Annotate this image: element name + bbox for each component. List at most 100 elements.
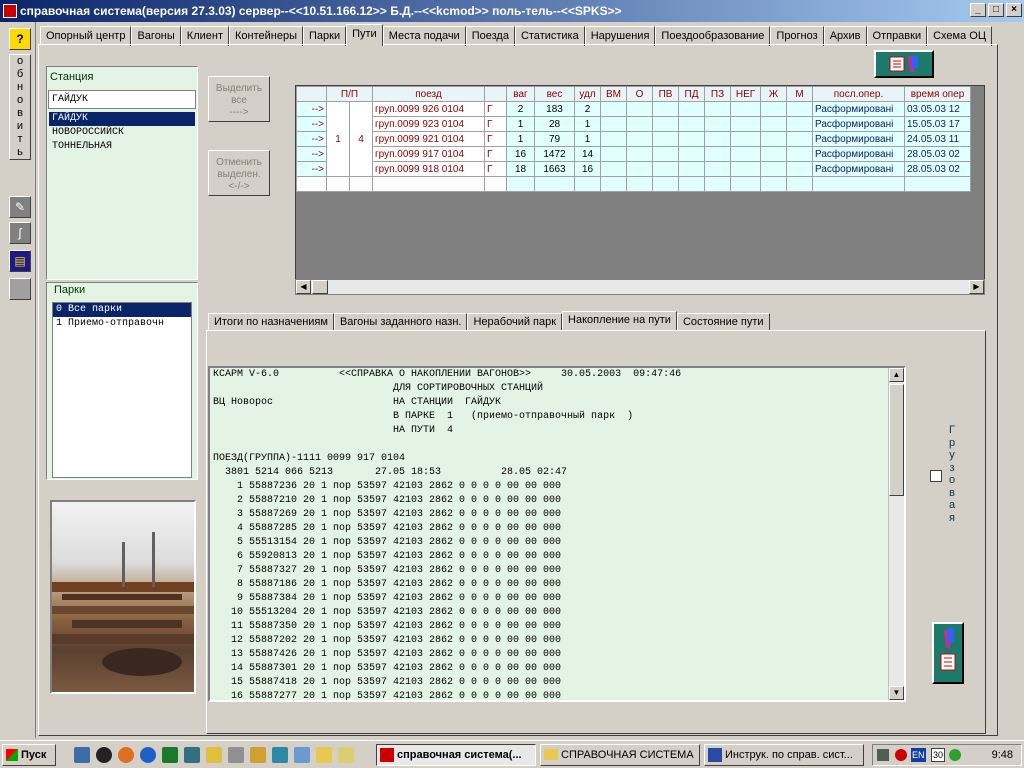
network-icon[interactable]: [272, 747, 288, 763]
explorer-icon[interactable]: [338, 747, 354, 763]
park-item[interactable]: 0 Все парки: [53, 303, 191, 317]
select-all-label: все: [231, 95, 247, 106]
msn-icon[interactable]: [96, 747, 112, 763]
calendar-icon[interactable]: 30: [931, 748, 946, 762]
report-vertical-scrollbar[interactable]: ▲ ▼: [888, 368, 904, 700]
print-bottom-button[interactable]: [932, 622, 964, 684]
row-select-arrow[interactable]: -->: [296, 146, 327, 162]
col-header[interactable]: ваг: [506, 86, 535, 102]
table-row[interactable]: --> груп.0099 921 0104 Г 1 79 1 Расформировані…: [296, 131, 971, 147]
scroll-left-icon[interactable]: ◀: [296, 280, 311, 294]
task-word-document[interactable]: Инструк. по справ. сист...: [704, 744, 864, 766]
tab-containers[interactable]: Контейнеры: [229, 26, 303, 46]
curve-icon[interactable]: ∫: [9, 222, 31, 244]
table-row[interactable]: --> груп.0099 923 0104 Г 1 28 1 Расформировані…: [296, 116, 971, 132]
subtab-track-state[interactable]: Состояние пути: [676, 313, 770, 331]
report-text-area[interactable]: КСАРМ V-6.0 <<СПРАВКА О НАКОПЛЕНИИ ВАГОН…: [208, 366, 906, 702]
subtab-wagons-destination[interactable]: Вагоны заданного назн.: [333, 313, 468, 331]
scroll-up-icon[interactable]: ▲: [889, 368, 904, 382]
table-row[interactable]: --> 1 4 груп.0099 926 0104 Г 2 183 2 Расформиров…: [296, 101, 971, 177]
help-button[interactable]: ?: [9, 28, 31, 50]
task-reference-folder[interactable]: СПРАВОЧНАЯ СИСТЕМА: [540, 744, 700, 766]
park-item[interactable]: 1 Приемо-отправочн: [53, 317, 191, 331]
print-report-button[interactable]: [874, 50, 934, 78]
row-select-arrow[interactable]: -->: [296, 161, 327, 177]
row-select-arrow[interactable]: -->: [296, 116, 327, 132]
col-header[interactable]: ПД: [678, 86, 705, 102]
col-header[interactable]: О: [626, 86, 653, 102]
maximize-button[interactable]: □: [988, 3, 1004, 17]
col-header[interactable]: П/П: [326, 86, 373, 102]
col-header[interactable]: удл: [574, 86, 601, 102]
table-row[interactable]: --> груп.0099 917 0104 Г 16 1472 14 Расформиро…: [296, 146, 971, 162]
select-all-button[interactable]: Выделить все ---->: [208, 76, 270, 122]
tab-shipments[interactable]: Отправки: [866, 26, 928, 46]
col-header[interactable]: М: [786, 86, 813, 102]
table-icon[interactable]: ▤: [9, 250, 31, 272]
col-header[interactable]: Ж: [760, 86, 787, 102]
tab-tracks[interactable]: Пути: [346, 24, 383, 46]
scroll-right-icon[interactable]: ▶: [969, 280, 984, 294]
ie-icon[interactable]: [140, 747, 156, 763]
desktop-icon[interactable]: [74, 747, 90, 763]
folder-icon[interactable]: [316, 747, 332, 763]
col-header[interactable]: посл.опер.: [812, 86, 905, 102]
language-indicator[interactable]: EN: [911, 748, 926, 762]
tab-scheme[interactable]: Схема ОЦ: [927, 26, 992, 46]
refresh-button[interactable]: о б н о в и т ь: [9, 54, 31, 160]
tab-statistics[interactable]: Статистика: [514, 26, 585, 46]
row-select-arrow[interactable]: -->: [296, 131, 327, 147]
col-header[interactable]: вес: [534, 86, 575, 102]
report-scroll-thumb[interactable]: [889, 384, 904, 496]
col-header[interactable]: поезд: [372, 86, 485, 102]
record-icon[interactable]: [895, 749, 907, 761]
antivirus-icon[interactable]: [949, 749, 961, 761]
start-button[interactable]: Пуск: [2, 744, 56, 766]
notepad-icon[interactable]: [206, 747, 222, 763]
tab-client[interactable]: Клиент: [180, 26, 229, 46]
subtab-idle-park[interactable]: Нерабочий парк: [467, 313, 563, 331]
speaker-icon[interactable]: [877, 749, 889, 761]
subtab-accumulation[interactable]: Накопление на пути: [562, 311, 677, 331]
tab-wagons[interactable]: Вагоны: [131, 26, 181, 46]
operation-time-cell: 28.05.03 02: [904, 146, 971, 162]
grid-horizontal-scrollbar[interactable]: ◀ ▶: [295, 279, 985, 295]
tab-parks[interactable]: Парки: [303, 26, 347, 46]
col-header[interactable]: [484, 86, 507, 102]
close-button[interactable]: ×: [1006, 3, 1022, 17]
calculator-icon[interactable]: [228, 747, 244, 763]
tab-train-formation[interactable]: Поездообразование: [655, 26, 771, 46]
task-reference-system[interactable]: справочная система(...: [376, 744, 536, 766]
blank-tool-button[interactable]: [9, 278, 31, 300]
station-input[interactable]: ГАЙДУК: [48, 90, 196, 109]
station-item[interactable]: ТОННЕЛЬНАЯ: [49, 140, 195, 154]
station-item[interactable]: НОВОРОССИЙСК: [49, 126, 195, 140]
deselect-button[interactable]: Отменить выделен. <-/->: [208, 150, 270, 196]
tab-delivery-places[interactable]: Места подачи: [382, 26, 466, 46]
col-header[interactable]: НЕГ: [730, 86, 761, 102]
col-header[interactable]: время опер: [904, 86, 971, 102]
col-header[interactable]: [296, 86, 327, 102]
computer-icon[interactable]: [294, 747, 310, 763]
cargo-checkbox[interactable]: [930, 470, 942, 482]
pencil-icon[interactable]: [250, 747, 266, 763]
subtab-totals-by-destination[interactable]: Итоги по назначениям: [208, 313, 334, 331]
col-header[interactable]: ПВ: [652, 86, 679, 102]
station-item[interactable]: ГАЙДУК: [49, 112, 195, 126]
excel-icon[interactable]: [162, 747, 178, 763]
scroll-thumb[interactable]: [312, 280, 328, 294]
col-header[interactable]: ПЗ: [704, 86, 731, 102]
terminal-icon[interactable]: [184, 747, 200, 763]
tab-forecast[interactable]: Прогноз: [770, 26, 824, 46]
tab-violations[interactable]: Нарушения: [584, 26, 656, 46]
table-row[interactable]: --> груп.0099 918 0104 Г 18 1663 16 Расформиро…: [296, 161, 971, 177]
row-select-arrow[interactable]: -->: [296, 101, 327, 117]
butterfly-icon[interactable]: [118, 747, 134, 763]
scroll-down-icon[interactable]: ▼: [889, 686, 904, 700]
minimize-button[interactable]: _: [970, 3, 986, 17]
tab-operations-center[interactable]: Опорный центр: [40, 26, 132, 46]
col-header[interactable]: ВМ: [600, 86, 627, 102]
pen-icon[interactable]: ✎: [9, 196, 31, 218]
tab-archive[interactable]: Архив: [823, 26, 867, 46]
tab-trains[interactable]: Поезда: [465, 26, 515, 46]
